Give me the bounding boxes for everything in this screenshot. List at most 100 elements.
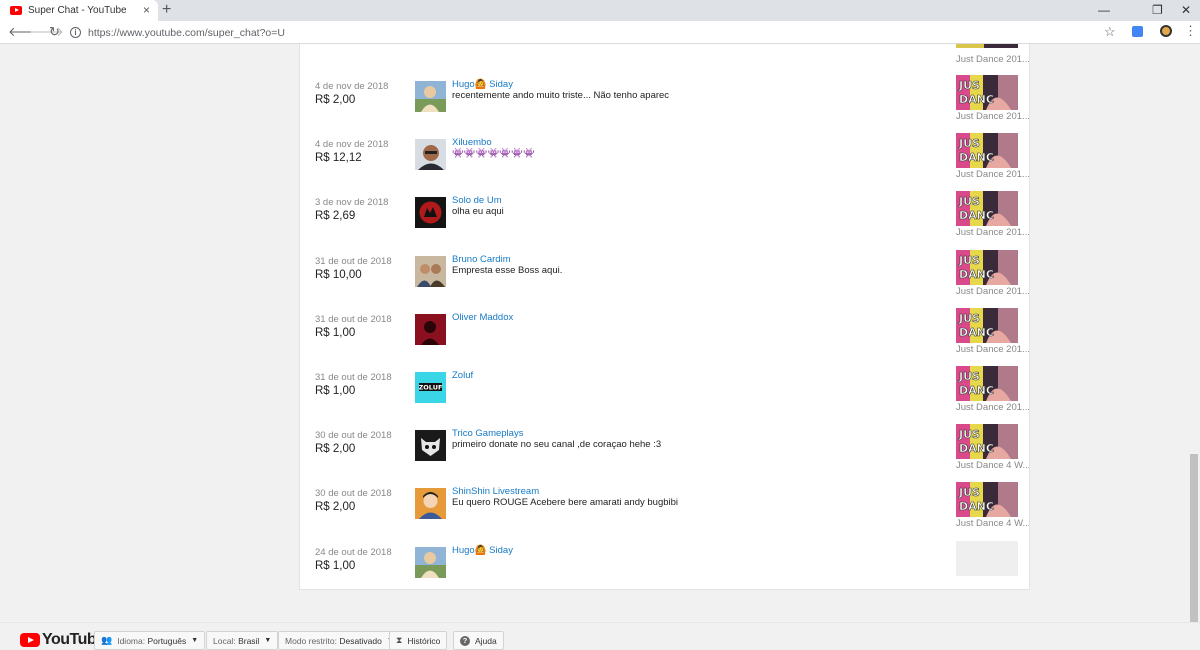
video-thumbnail[interactable] (956, 44, 1018, 48)
list-item: 31 de out de 2018 R$ 10,00 Bruno Cardim … (300, 249, 1029, 314)
list-item: 30 de out de 2018 R$ 2,00 Trico Gameplay… (300, 424, 1029, 488)
list-item: 24 de out de 2018 R$ 1,00 Hugo🙆 Siday (300, 540, 1029, 589)
browser-toolbar: 🡐 🡒 ↻ i https://www.youtube.com/super_ch… (0, 21, 1200, 44)
video-title[interactable]: Just Dance 201... (956, 111, 1029, 122)
minimize-icon[interactable]: — (1098, 2, 1110, 18)
avatar[interactable] (415, 488, 446, 520)
svg-text:DANC: DANC (959, 209, 994, 222)
super-chat-amount: R$ 2,00 (315, 443, 356, 456)
super-chat-list: Just Dance 201... 4 de nov de 2018 R$ 2,… (299, 44, 1030, 590)
svg-text:DANC: DANC (959, 384, 994, 397)
chevron-down-icon: ▼ (264, 637, 272, 644)
site-info-icon[interactable]: i (70, 27, 81, 38)
super-chat-date: 31 de out de 2018 (315, 372, 392, 383)
avatar[interactable] (415, 430, 446, 462)
super-chat-message: olha eu aqui (452, 206, 504, 218)
super-chat-message: primeiro donate no seu canal ,de coraçao… (452, 439, 662, 451)
user-name-link[interactable]: Xiluembo (452, 137, 492, 148)
url-text[interactable]: https://www.youtube.com/super_chat?o=U (88, 27, 285, 39)
list-item-partial: Just Dance 201... (300, 44, 1029, 65)
address-bar[interactable]: i https://www.youtube.com/super_chat?o=U (70, 23, 1124, 42)
video-thumbnail[interactable]: JUS DANC (956, 424, 1018, 460)
video-thumbnail[interactable]: JUS DANC (956, 249, 1018, 285)
super-chat-date: 31 de out de 2018 (315, 255, 392, 267)
tab-title: Super Chat - YouTube (28, 5, 127, 16)
video-title[interactable]: Just Dance 201... (956, 227, 1029, 238)
star-icon[interactable]: ☆ (1104, 24, 1116, 40)
user-name-link[interactable]: Bruno Cardim (452, 254, 511, 265)
super-chat-amount: R$ 1,00 (315, 559, 356, 572)
chevron-down-icon: ▼ (191, 637, 199, 644)
hourglass-icon: ⧗ (396, 635, 403, 645)
super-chat-date: 4 de nov de 2018 (315, 139, 389, 151)
user-name-link[interactable]: Hugo🙆 Siday (452, 545, 513, 556)
user-name-link[interactable]: Zoluf (452, 370, 473, 381)
svg-text:DANC: DANC (959, 151, 994, 164)
location-button[interactable]: Local: Brasil ▼ (206, 631, 279, 650)
svg-text:JUS: JUS (958, 254, 980, 267)
video-thumbnail[interactable]: JUS DANC (956, 75, 1018, 110)
svg-text:DANC: DANC (959, 93, 994, 106)
video-title: Just Dance 201... (956, 54, 1030, 65)
super-chat-amount: R$ 2,00 (315, 501, 356, 514)
avatar[interactable] (415, 313, 446, 345)
video-thumbnail[interactable]: JUS DANC (956, 191, 1018, 227)
avatar[interactable] (415, 197, 446, 229)
page-scrollbar[interactable] (1188, 44, 1200, 622)
video-thumbnail[interactable]: JUS DANC (956, 482, 1018, 518)
svg-text:JUS: JUS (958, 79, 980, 92)
super-chat-date: 24 de out de 2018 (315, 546, 392, 558)
super-chat-amount: R$ 12,12 (315, 152, 362, 165)
browser-tab[interactable]: Super Chat - YouTube × (0, 0, 158, 21)
svg-text:JUS: JUS (958, 137, 980, 150)
scrollbar-thumb[interactable] (1190, 454, 1198, 622)
avatar[interactable] (415, 255, 446, 287)
user-name-link[interactable]: ShinShin Livestream (452, 486, 539, 497)
video-title[interactable]: Just Dance 201... (956, 286, 1029, 297)
video-title[interactable]: Just Dance 201... (956, 344, 1029, 355)
avatar[interactable] (415, 81, 446, 112)
window-close-icon[interactable]: ✕ (1181, 2, 1191, 18)
restricted-mode-button[interactable]: Modo restrito: Desativado ▼ (278, 631, 401, 650)
new-tab-icon[interactable]: + (162, 2, 171, 18)
video-thumbnail[interactable]: JUS DANC (956, 366, 1018, 401)
history-button[interactable]: ⧗ Histórico (389, 631, 448, 650)
language-button[interactable]: 👥 Idioma: Português ▼ (94, 631, 206, 650)
tab-close-icon[interactable]: × (143, 3, 150, 17)
avatar[interactable]: ZOLUF (415, 372, 446, 403)
super-chat-amount: R$ 1,00 (315, 326, 356, 339)
video-title[interactable]: Just Dance 201... (956, 169, 1029, 180)
question-icon: ? (460, 635, 470, 646)
svg-text:DANC: DANC (959, 442, 994, 455)
super-chat-date: 30 de out de 2018 (315, 488, 392, 500)
super-chat-message: Eu quero ROUGE Acebere bere amarati andy… (452, 497, 679, 509)
video-title[interactable]: Just Dance 4 W... (956, 460, 1029, 471)
video-thumbnail[interactable]: JUS DANC (956, 307, 1018, 343)
user-name-link[interactable]: Solo de Um (452, 195, 502, 206)
user-name-link[interactable]: Oliver Maddox (452, 312, 513, 323)
user-name-link[interactable]: Trico Gameplays (452, 428, 523, 439)
more-vert-icon[interactable]: ⋮ (1184, 23, 1197, 39)
svg-text:JUS: JUS (958, 370, 980, 383)
avatar[interactable] (415, 139, 446, 171)
avatar[interactable] (415, 546, 446, 578)
language-icon: 👥 (101, 635, 113, 645)
youtube-favicon-icon (10, 6, 22, 15)
youtube-play-icon (20, 633, 40, 647)
svg-text:ZOLUF: ZOLUF (419, 384, 443, 392)
restore-icon[interactable]: ❐ (1152, 2, 1163, 18)
super-chat-message: 👾👾👾👾👾👾👾 (452, 148, 535, 160)
svg-text:DANC: DANC (959, 500, 994, 513)
video-title[interactable]: Just Dance 4 W... (956, 518, 1029, 529)
youtube-logo[interactable]: YouTube (20, 631, 105, 649)
help-button[interactable]: ? Ajuda (453, 631, 504, 650)
list-item: 4 de nov de 2018 R$ 12,12 Xiluembo 👾👾👾👾👾… (300, 133, 1029, 197)
translate-extension-icon[interactable] (1132, 26, 1143, 37)
super-chat-amount: R$ 1,00 (315, 385, 356, 397)
profile-avatar-icon[interactable] (1160, 25, 1172, 37)
video-thumbnail-placeholder[interactable] (956, 540, 1018, 576)
video-title[interactable]: Just Dance 201... (956, 402, 1029, 413)
video-thumbnail[interactable]: JUS DANC (956, 133, 1018, 169)
reload-icon[interactable]: ↻ (49, 24, 60, 40)
user-name-link[interactable]: Hugo🙆 Siday (452, 79, 513, 90)
